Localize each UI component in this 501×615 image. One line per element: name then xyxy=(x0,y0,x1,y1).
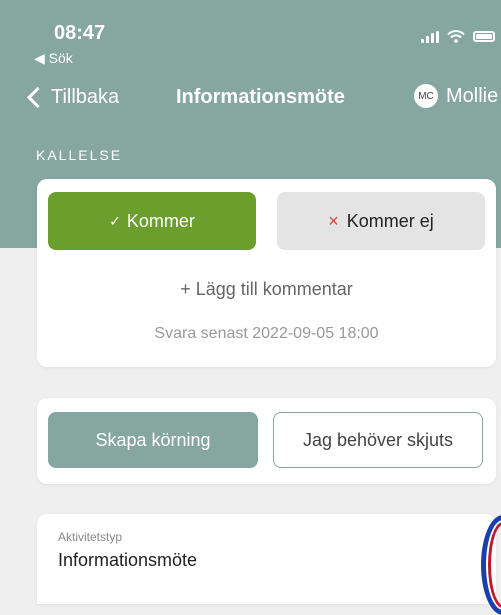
add-comment-link[interactable]: + Lägg till kommentar xyxy=(37,279,496,300)
attend-label: Kommer xyxy=(126,210,195,231)
page-title: Informationsmöte xyxy=(176,86,345,108)
need-ride-button[interactable]: Jag behöver skjuts xyxy=(273,412,483,468)
status-bar: 08:47 ◀ Sök xyxy=(0,18,501,68)
signal-icon xyxy=(421,30,439,43)
clock: 08:47 xyxy=(54,22,106,44)
response-deadline: Svara senast 2022-09-05 18:00 xyxy=(154,325,379,342)
back-label: Tillbaka xyxy=(51,86,120,108)
attendance-card: ✓ Kommer × Kommer ej + Lägg till komment… xyxy=(37,179,496,367)
decline-label: Kommer ej xyxy=(346,210,434,231)
user-name: Mollie xyxy=(446,84,499,107)
section-label: KALLELSE xyxy=(36,147,123,163)
ride-card: Skapa körning Jag behöver skjuts xyxy=(37,398,496,484)
check-icon: ✓ xyxy=(109,212,121,229)
activity-details-card: Aktivitetstyp Informationsmöte xyxy=(37,514,496,604)
activity-type-value: Informationsmöte xyxy=(58,550,198,570)
navigation-bar: Tillbaka Informationsmöte MC Mollie xyxy=(0,84,501,118)
battery-icon xyxy=(473,31,495,42)
create-ride-button[interactable]: Skapa körning xyxy=(48,412,258,468)
decline-button[interactable]: × Kommer ej xyxy=(277,192,485,250)
wifi-icon xyxy=(447,30,465,43)
activity-type-label: Aktivitetstyp xyxy=(58,530,123,544)
close-icon: × xyxy=(328,210,339,231)
user-menu[interactable]: MC Mollie xyxy=(414,84,498,108)
avatar: MC xyxy=(414,84,438,108)
status-icons xyxy=(421,30,495,43)
back-button[interactable]: Tillbaka xyxy=(26,86,120,109)
back-to-search-link[interactable]: ◀ Sök xyxy=(34,50,73,67)
attend-button[interactable]: ✓ Kommer xyxy=(48,192,256,250)
chevron-left-icon xyxy=(26,86,49,109)
